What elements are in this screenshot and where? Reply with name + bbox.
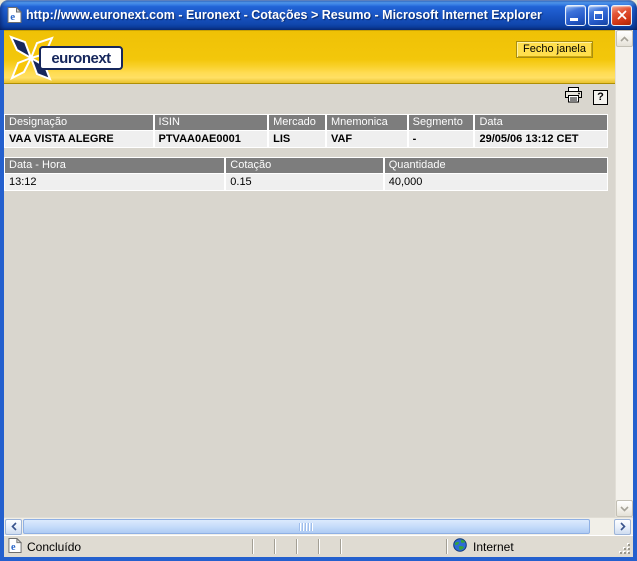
- print-icon[interactable]: [564, 86, 583, 108]
- scroll-up-button[interactable]: [616, 30, 633, 47]
- trades-table-row: 13:12 0.15 40,000: [4, 173, 608, 191]
- col-header-isin: ISIN: [153, 115, 268, 130]
- col-header-quantidade: Quantidade: [383, 158, 607, 173]
- cell-hora: 13:12: [5, 174, 224, 190]
- scroll-down-button[interactable]: [616, 500, 633, 517]
- cell-designacao: VAA VISTA ALEGRE: [5, 131, 153, 147]
- cell-segmento: -: [407, 131, 474, 147]
- cell-data: 29/05/06 13:12 CET: [473, 131, 607, 147]
- horizontal-scroll-thumb[interactable]: [23, 519, 590, 534]
- cell-mercado: LIS: [267, 131, 325, 147]
- page-viewport: euronext Fecho janela: [4, 30, 615, 517]
- col-header-designacao: Designação: [5, 115, 153, 130]
- browser-window: e http://www.euronext.com - Euronext - C…: [0, 0, 637, 561]
- col-header-cotacao: Cotação: [224, 158, 382, 173]
- euronext-banner: euronext Fecho janela: [4, 30, 615, 84]
- chevron-left-icon: [11, 522, 17, 531]
- chevron-right-icon: [620, 522, 626, 531]
- cell-quantidade: 40,000: [383, 174, 607, 190]
- scroll-left-button[interactable]: [5, 519, 22, 535]
- maximize-icon: [594, 11, 603, 20]
- status-bar: e Concluído: [4, 535, 633, 557]
- chevron-down-icon: [620, 506, 629, 512]
- ie-document-icon: e: [8, 538, 22, 556]
- cell-mnemonica: VAF: [325, 131, 407, 147]
- cell-cotacao: 0.15: [224, 174, 382, 190]
- quote-summary-table: Designação ISIN Mercado Mnemonica Segmen…: [4, 114, 608, 148]
- window-frame: euronext Fecho janela: [0, 30, 637, 561]
- col-header-mnemonica: Mnemonica: [325, 115, 407, 130]
- euronext-wordmark: euronext: [39, 46, 123, 70]
- resize-grip[interactable]: [625, 536, 633, 557]
- trades-table: Data - Hora Cotação Quantidade 13:12 0.1…: [4, 157, 608, 191]
- scroll-right-button[interactable]: [614, 519, 631, 535]
- help-icon[interactable]: ?: [593, 90, 608, 105]
- scroll-thumb-grip: [299, 523, 314, 531]
- status-panel: [275, 536, 296, 557]
- minimize-button[interactable]: [565, 5, 586, 26]
- status-panel: [253, 536, 274, 557]
- quote-table-header-row: Designação ISIN Mercado Mnemonica Segmen…: [4, 114, 608, 130]
- horizontal-scrollbar[interactable]: [4, 517, 633, 535]
- vertical-scrollbar[interactable]: [615, 30, 633, 517]
- maximize-button[interactable]: [588, 5, 609, 26]
- minimize-icon: [570, 18, 578, 21]
- chevron-up-icon: [620, 36, 629, 42]
- status-text: Concluído: [27, 540, 81, 554]
- trades-table-header-row: Data - Hora Cotação Quantidade: [4, 157, 608, 173]
- col-header-mercado: Mercado: [267, 115, 325, 130]
- title-bar[interactable]: e http://www.euronext.com - Euronext - C…: [0, 0, 637, 30]
- close-icon: [617, 10, 627, 20]
- status-panel: [319, 536, 340, 557]
- status-panel: [341, 536, 446, 557]
- col-header-data-hora: Data - Hora: [5, 158, 224, 173]
- page-content: ? Designação ISIN Mercado Mnemonica Segm…: [4, 84, 615, 517]
- cell-isin: PTVAA0AE0001: [153, 131, 268, 147]
- ie-page-icon: e: [7, 7, 22, 23]
- status-panel: [297, 536, 318, 557]
- svg-text:e: e: [10, 11, 15, 23]
- col-header-data: Data: [473, 115, 607, 130]
- close-window-button[interactable]: Fecho janela: [516, 41, 593, 58]
- col-header-segmento: Segmento: [407, 115, 474, 130]
- euronext-logo: euronext: [9, 35, 125, 81]
- window-title: http://www.euronext.com - Euronext - Cot…: [26, 8, 565, 22]
- quote-table-row: VAA VISTA ALEGRE PTVAA0AE0001 LIS VAF - …: [4, 130, 608, 148]
- internet-zone-globe-icon: [453, 538, 467, 555]
- zone-label: Internet: [473, 540, 514, 554]
- svg-text:e: e: [11, 542, 16, 553]
- close-button[interactable]: [611, 5, 632, 26]
